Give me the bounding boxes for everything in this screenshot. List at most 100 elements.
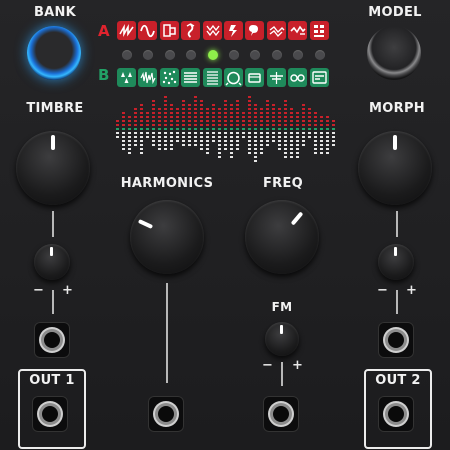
fm-cv-jack[interactable] <box>263 396 299 432</box>
spectrum-segment <box>248 136 251 138</box>
timbre-minus: − <box>33 283 44 298</box>
spectrum-segment <box>290 152 293 154</box>
wavetable-icon <box>245 21 265 40</box>
spectrum-segment <box>224 136 227 138</box>
spectrum-segment <box>290 112 293 114</box>
spectrum-segment <box>218 124 221 126</box>
spectrum-segment <box>314 152 317 154</box>
spectrum-segment <box>230 108 233 110</box>
freq-knob[interactable] <box>245 200 319 274</box>
spectrum-segment <box>284 132 287 134</box>
spectrum-segment <box>140 148 143 150</box>
spectrum-segment <box>266 128 269 130</box>
bank-button[interactable] <box>27 26 81 80</box>
out1-jack[interactable] <box>32 396 68 432</box>
spectrum-segment <box>224 148 227 150</box>
spectrum-segment <box>248 128 251 130</box>
spectrum-segment <box>248 140 251 142</box>
module-panel: BANK MODEL A B TIMBRE − + MORPH − + HARM… <box>0 0 450 450</box>
spectrum-segment <box>164 148 167 150</box>
spectrum-segment <box>236 120 239 122</box>
spectrum-segment <box>194 112 197 114</box>
spectrum-segment <box>284 128 287 130</box>
spectrum-segment <box>266 140 269 142</box>
snare-drum-icon <box>245 68 265 87</box>
spectrum-segment <box>266 116 269 118</box>
spectrum-segment <box>188 144 191 146</box>
spectrum-segment <box>332 120 335 122</box>
spectrum-segment <box>218 136 221 138</box>
spectrum-segment <box>266 108 269 110</box>
spectrum-segment <box>320 132 323 134</box>
spectrum-segment <box>206 120 209 122</box>
spectrum-segment <box>236 112 239 114</box>
out2-jack[interactable] <box>378 396 414 432</box>
spectrum-segment <box>146 132 149 134</box>
spectrum-segment <box>284 124 287 126</box>
harmonics-cv-jack[interactable] <box>148 396 184 432</box>
spectrum-segment <box>206 128 209 130</box>
spectrum-segment <box>278 128 281 130</box>
morph-knob[interactable] <box>358 131 432 205</box>
harmonics-knob[interactable] <box>130 200 204 274</box>
spectrum-segment <box>152 116 155 118</box>
spectrum-segment <box>272 116 275 118</box>
spectrum-segment <box>260 108 263 110</box>
spectrum-segment <box>314 120 317 122</box>
spectrum-segment <box>194 136 197 138</box>
freq-knob-pointer <box>290 211 304 226</box>
spectrum-segment <box>218 112 221 114</box>
spectrum-segment <box>206 124 209 126</box>
spectrum-segment <box>212 116 215 118</box>
spectrum-segment <box>182 100 185 102</box>
sine-wave-icon-glyph <box>140 24 156 38</box>
spectrum-segment <box>128 140 131 142</box>
spectrum-segment <box>140 144 143 146</box>
morph-plus: + <box>406 283 417 298</box>
spectrum-segment <box>266 124 269 126</box>
spectrum-segment <box>224 132 227 134</box>
spectrum-segment <box>194 128 197 130</box>
spectrum-segment <box>230 152 233 154</box>
timbre-knob[interactable] <box>16 131 90 205</box>
spectrum-segment <box>230 128 233 130</box>
spectrum-segment <box>236 140 239 142</box>
spectrum-segment <box>290 120 293 122</box>
morph-cv-jack[interactable] <box>378 322 414 358</box>
spectrum-segment <box>140 112 143 114</box>
spectrum-segment <box>188 136 191 138</box>
spectrum-segment <box>170 128 173 130</box>
bass-drum-icon-glyph <box>225 71 242 86</box>
spectrum-segment <box>326 140 329 142</box>
spectrum-segment <box>236 128 239 130</box>
model-button[interactable] <box>367 26 421 80</box>
out1-label: OUT 1 <box>29 373 75 388</box>
spectrum-segment <box>314 128 317 130</box>
out2-label: OUT 2 <box>375 373 421 388</box>
fm-attenuverter[interactable] <box>265 322 299 356</box>
morph-attenuverter[interactable] <box>378 244 414 280</box>
timbre-cv-jack[interactable] <box>34 322 70 358</box>
spectrum-segment <box>242 112 245 114</box>
spectrum-segment <box>170 148 173 150</box>
spectrum-segment <box>194 100 197 102</box>
spectrum-segment <box>224 104 227 106</box>
analog-icon <box>309 68 329 87</box>
model-led-10 <box>314 50 325 60</box>
spectrum-segment <box>146 128 149 130</box>
spectrum-segment <box>320 152 323 154</box>
spectrum-segment <box>122 140 125 142</box>
speech-icon <box>288 21 308 40</box>
spectrum-segment <box>296 132 299 134</box>
grain-icon-glyph <box>206 24 220 37</box>
spectrum-segment <box>170 132 173 134</box>
spectrum-segment <box>284 120 287 122</box>
spectrum-segment <box>146 112 149 114</box>
spectrum-segment <box>170 140 173 142</box>
spectrum-segment <box>212 108 215 110</box>
spectrum-segment <box>164 108 167 110</box>
spectrum-segment <box>254 140 257 142</box>
spectrum-segment <box>326 132 329 134</box>
timbre-attenuverter[interactable] <box>34 244 70 280</box>
spectrum-segment <box>320 144 323 146</box>
